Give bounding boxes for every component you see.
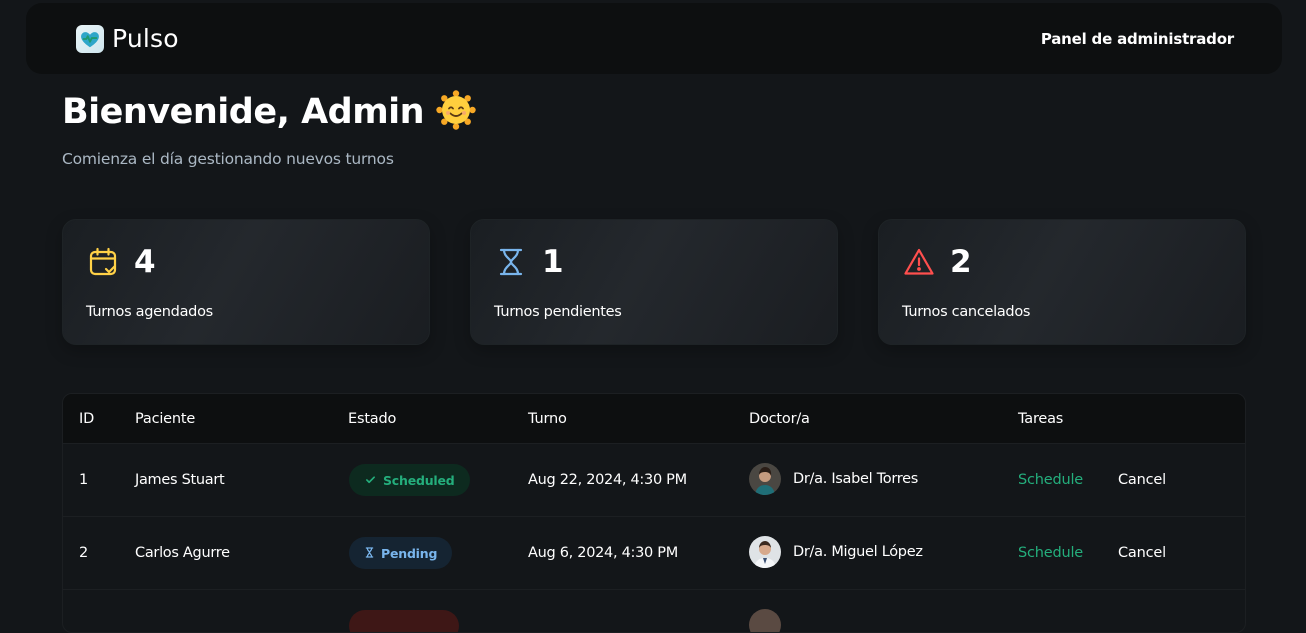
admin-panel-link[interactable]: Panel de administrador xyxy=(1041,30,1234,48)
stat-count: 1 xyxy=(542,244,564,280)
doctor-cell xyxy=(749,609,781,632)
doctor-cell: Dr/a. Miguel López xyxy=(749,536,923,568)
row-id: 1 xyxy=(79,472,88,488)
hourglass-icon xyxy=(495,246,527,278)
stat-card-pending: 1 Turnos pendientes xyxy=(470,219,838,345)
column-header-status: Estado xyxy=(348,411,397,427)
appointment-date: Aug 6, 2024, 4:30 PM xyxy=(528,545,678,561)
alert-triangle-icon xyxy=(903,246,935,278)
table-row: 1 James Stuart Scheduled Aug 22, 2024, 4… xyxy=(63,444,1245,517)
column-header-id: ID xyxy=(79,411,95,427)
patient-name: Carlos Agurre xyxy=(135,545,230,561)
stat-card-cancelled: 2 Turnos cancelados xyxy=(878,219,1246,345)
doctor-avatar xyxy=(749,536,781,568)
status-badge: Pending xyxy=(349,537,453,569)
table-row: 2 Carlos Agurre Pending Aug 6, 2024, 4:3… xyxy=(63,517,1245,590)
stat-count: 4 xyxy=(134,244,156,280)
stat-count: 2 xyxy=(950,244,972,280)
doctor-name: Dr/a. Isabel Torres xyxy=(793,471,918,487)
table-row xyxy=(63,590,1245,632)
doctor-cell: Dr/a. Isabel Torres xyxy=(749,463,918,495)
status-badge xyxy=(349,610,459,632)
stat-card-scheduled: 4 Turnos agendados xyxy=(62,219,430,345)
schedule-button[interactable]: Schedule xyxy=(1018,472,1083,488)
stat-label: Turnos cancelados xyxy=(902,304,1031,320)
welcome-heading: Bienvenide, Admin xyxy=(62,90,476,134)
column-header-patient: Paciente xyxy=(135,411,196,427)
doctor-name: Dr/a. Miguel López xyxy=(793,544,923,560)
column-header-appointment: Turno xyxy=(528,411,567,427)
hourglass-icon xyxy=(365,546,374,561)
appointments-table: ID Paciente Estado Turno Doctor/a Tareas… xyxy=(62,393,1246,633)
row-id: 2 xyxy=(79,545,88,561)
doctor-avatar xyxy=(749,609,781,632)
sun-emoji-icon xyxy=(436,90,476,134)
column-header-actions: Tareas xyxy=(1018,411,1064,427)
status-badge: Scheduled xyxy=(349,464,470,496)
cancel-button[interactable]: Cancel xyxy=(1118,472,1166,488)
stat-label: Turnos agendados xyxy=(86,304,213,320)
patient-name: James Stuart xyxy=(135,472,225,488)
heart-pulse-icon xyxy=(76,24,104,53)
appointment-date: Aug 22, 2024, 4:30 PM xyxy=(528,472,687,488)
page-subtitle: Comienza el día gestionando nuevos turno… xyxy=(62,150,394,168)
stat-label: Turnos pendientes xyxy=(494,304,622,320)
check-icon xyxy=(365,473,376,488)
column-header-doctor: Doctor/a xyxy=(749,411,810,427)
status-text: Scheduled xyxy=(383,472,455,488)
cancel-button[interactable]: Cancel xyxy=(1118,545,1166,561)
top-navigation-bar: Pulso Panel de administrador xyxy=(26,3,1282,74)
table-header: ID Paciente Estado Turno Doctor/a Tareas xyxy=(63,394,1245,444)
app-name: Pulso xyxy=(112,24,179,53)
calendar-check-icon xyxy=(87,246,119,278)
status-text: Pending xyxy=(381,545,438,561)
app-logo[interactable]: Pulso xyxy=(76,24,179,53)
doctor-avatar xyxy=(749,463,781,495)
page-title: Bienvenide, Admin xyxy=(62,92,425,132)
schedule-button[interactable]: Schedule xyxy=(1018,545,1083,561)
